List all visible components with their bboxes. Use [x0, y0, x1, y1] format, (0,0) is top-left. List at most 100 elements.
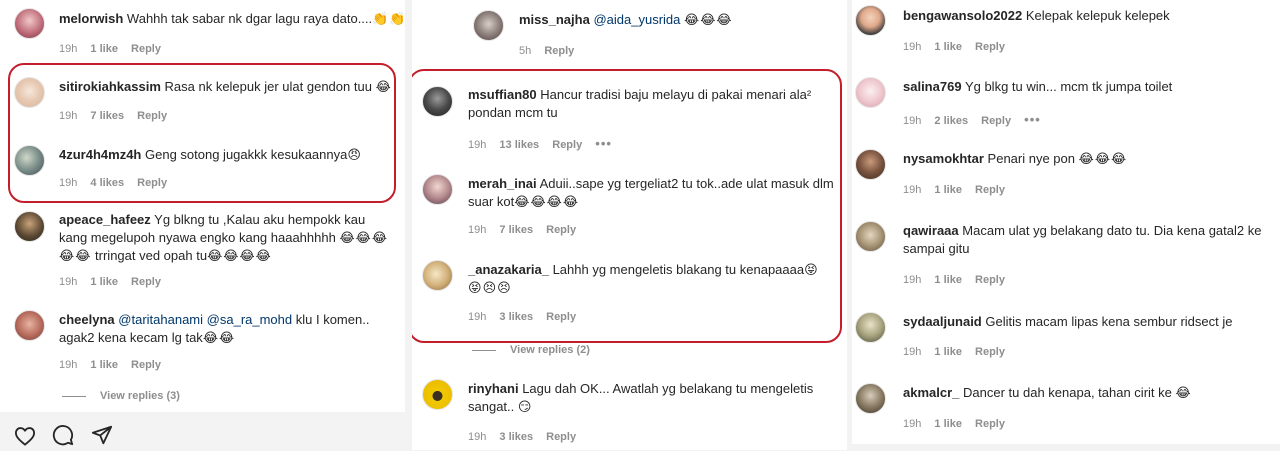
avatar[interactable]	[14, 8, 45, 39]
comment-username[interactable]: akmalcr_	[903, 385, 959, 400]
laugh-emoji: 😂	[375, 79, 391, 94]
avatar[interactable]	[422, 260, 453, 291]
reply-button[interactable]: Reply	[546, 431, 576, 443]
reply-button[interactable]: Reply	[975, 41, 1005, 53]
comment-time: 19h	[59, 177, 78, 189]
reply-button[interactable]: Reply	[131, 359, 161, 371]
comment-likes[interactable]: 3 likes	[499, 311, 533, 323]
laugh-emoji: 😂	[219, 330, 235, 345]
comment-text: Geng sotong jugakkk kesukaannya	[145, 147, 348, 162]
avatar[interactable]	[855, 383, 886, 414]
laugh-emoji: 😂	[371, 230, 388, 245]
reply-button[interactable]: Reply	[544, 45, 574, 57]
comments-column-1: melorwish Wahhh tak sabar nk dgar lagu r…	[0, 0, 405, 412]
comment-username[interactable]: merah_inai	[468, 176, 537, 191]
comment-likes[interactable]: 1 like	[934, 184, 962, 196]
divider-line	[62, 395, 86, 397]
comment-likes[interactable]: 3 likes	[499, 431, 533, 443]
more-options-icon[interactable]: •••	[1024, 112, 1041, 127]
laugh-emoji: 😂	[75, 248, 91, 263]
avatar[interactable]	[14, 77, 45, 108]
view-replies-button[interactable]: View replies (2)	[472, 344, 590, 356]
more-options-icon[interactable]: •••	[595, 136, 612, 151]
mention-link[interactable]: @taritahanami	[118, 312, 203, 327]
comment-username[interactable]: msuffian80	[468, 87, 537, 102]
comment-text: Rasa nk kelepuk jer ulat gendon tuu	[164, 79, 372, 94]
comment-text: Dancer tu dah kenapa, tahan cirit ke	[963, 385, 1172, 400]
comment-time: 19h	[903, 115, 922, 127]
comment-likes[interactable]: 1 like	[934, 418, 962, 430]
comment-time: 19h	[903, 184, 922, 196]
comment-username[interactable]: cheelyna	[59, 312, 115, 327]
comment-likes[interactable]: 1 like	[90, 43, 118, 55]
avatar[interactable]	[422, 174, 453, 205]
comment-likes[interactable]: 1 like	[934, 346, 962, 358]
comment-time: 19h	[903, 274, 922, 286]
heart-icon[interactable]	[14, 426, 36, 446]
reply-button[interactable]: Reply	[975, 184, 1005, 196]
comment-time: 19h	[59, 110, 78, 122]
avatar[interactable]	[855, 77, 886, 108]
comment-username[interactable]: _anazakaria_	[468, 262, 549, 277]
view-replies-label: View replies (3)	[100, 390, 180, 402]
avatar[interactable]	[14, 310, 45, 341]
reply-button[interactable]: Reply	[975, 274, 1005, 286]
reply-button[interactable]: Reply	[552, 139, 582, 151]
comment-likes[interactable]: 7 likes	[90, 110, 124, 122]
comment-likes[interactable]: 1 like	[934, 274, 962, 286]
reply-button[interactable]: Reply	[981, 115, 1011, 127]
comment-username[interactable]: sydaaljunaid	[903, 314, 982, 329]
reply-button[interactable]: Reply	[975, 418, 1005, 430]
comment-icon[interactable]	[52, 424, 74, 446]
avatar[interactable]	[422, 379, 453, 410]
laugh-emoji: 😂	[514, 194, 530, 209]
reply-button[interactable]: Reply	[131, 276, 161, 288]
view-replies-label: View replies (2)	[510, 344, 590, 356]
comment-likes[interactable]: 7 likes	[499, 224, 533, 236]
mention-link[interactable]: @sa_ra_mohd	[207, 312, 292, 327]
comment-username[interactable]: sitirokiahkassim	[59, 79, 161, 94]
comment-username[interactable]: salina769	[903, 79, 962, 94]
comment-time: 19h	[468, 431, 487, 443]
laugh-emoji: 😂	[355, 230, 371, 245]
comment-username[interactable]: miss_najha	[519, 12, 590, 27]
comment-time: 19h	[59, 359, 78, 371]
comment-username[interactable]: 4zur4h4mz4h	[59, 147, 141, 162]
reply-button[interactable]: Reply	[137, 177, 167, 189]
comment-likes[interactable]: 1 like	[90, 276, 118, 288]
comment-time: 19h	[903, 346, 922, 358]
comment-likes[interactable]: 4 likes	[90, 177, 124, 189]
avatar[interactable]	[855, 312, 886, 343]
comment-likes[interactable]: 1 like	[934, 41, 962, 53]
view-replies-button[interactable]: View replies (3)	[62, 390, 180, 402]
avatar[interactable]	[422, 86, 453, 117]
angry-emoji: 😠	[347, 147, 361, 162]
reply-button[interactable]: Reply	[546, 224, 576, 236]
laugh-emoji: 😂	[207, 248, 223, 263]
reply-button[interactable]: Reply	[975, 346, 1005, 358]
avatar[interactable]	[855, 149, 886, 180]
comment-username[interactable]: bengawansolo2022	[903, 8, 1022, 23]
avatar[interactable]	[14, 211, 45, 242]
smirk-emoji: 😏	[517, 399, 532, 414]
avatar[interactable]	[855, 5, 886, 36]
persevere-emoji: 😣	[497, 280, 511, 295]
avatar[interactable]	[473, 10, 504, 41]
avatar[interactable]	[855, 221, 886, 252]
reply-button[interactable]: Reply	[546, 311, 576, 323]
share-icon[interactable]	[91, 424, 113, 446]
comment-text: Kelepak kelepuk kelepek	[1025, 8, 1170, 23]
comment-likes[interactable]: 13 likes	[499, 139, 539, 151]
reply-button[interactable]: Reply	[137, 110, 167, 122]
comment-username[interactable]: nysamokhtar	[903, 151, 984, 166]
comment-likes[interactable]: 1 like	[90, 359, 118, 371]
persevere-emoji: 😣	[482, 280, 497, 295]
comment-likes[interactable]: 2 likes	[934, 115, 968, 127]
reply-button[interactable]: Reply	[131, 43, 161, 55]
comment-username[interactable]: rinyhani	[468, 381, 519, 396]
comment-username[interactable]: melorwish	[59, 11, 123, 26]
avatar[interactable]	[14, 145, 45, 176]
comment-username[interactable]: qawiraaa	[903, 223, 959, 238]
comment-username[interactable]: apeace_hafeez	[59, 212, 151, 227]
mention-link[interactable]: @aida_yusrida	[593, 12, 680, 27]
